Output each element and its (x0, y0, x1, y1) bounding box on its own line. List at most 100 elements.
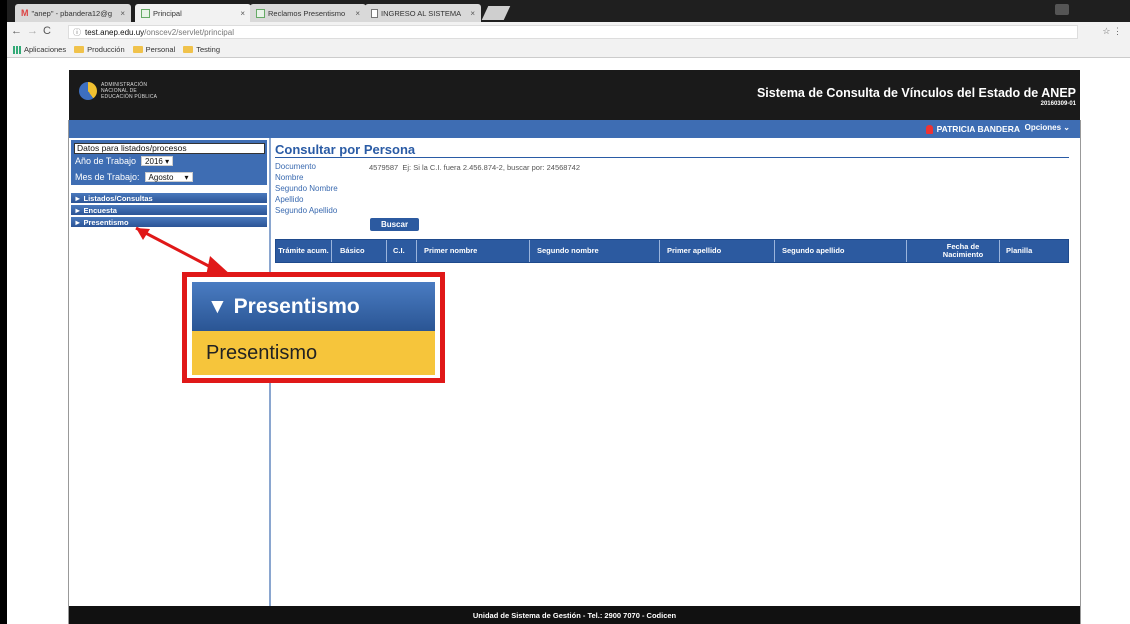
year-row: Año de Trabajo 2016 ▾ (75, 156, 174, 166)
address-bar: ← → C ⓘ test.anep.edu.uy/onscev2/servlet… (7, 22, 1130, 42)
tab-gmail[interactable]: M "anep" - pbandera12@g × (15, 4, 131, 22)
menu-label: Listados/Consultas (83, 194, 153, 203)
forward-icon[interactable]: → (27, 25, 38, 37)
col-fecha-nacimiento[interactable]: Fecha de Nacimiento (907, 240, 1000, 262)
tab-label: Reclamos Presentismo (268, 8, 346, 18)
menu-encuesta[interactable]: ► Encuesta (71, 205, 267, 216)
options-label: Opciones (1024, 123, 1062, 132)
document-value: 4579587 (369, 163, 399, 172)
reload-icon[interactable]: C (43, 25, 51, 37)
field-nombre: Nombre (275, 173, 304, 182)
results-table-header: Trámite acum. Básico C.I. Primer nombre … (275, 239, 1069, 263)
bookmark-label: Testing (196, 45, 221, 54)
col-segundo-apellido[interactable]: Segundo apellido (775, 240, 907, 262)
col-planilla[interactable]: Planilla (1000, 240, 1068, 262)
user-name: PATRICIA BANDERA (925, 124, 1020, 134)
tab-reclamos[interactable]: Reclamos Presentismo × (250, 4, 366, 22)
document-icon (371, 8, 378, 18)
field-apellido: Apellido (275, 195, 304, 204)
col-basico[interactable]: Básico (332, 240, 387, 262)
month-label: Mes de Trabajo: (75, 172, 140, 182)
field-segundo-apellido: Segundo Apellido (275, 206, 338, 215)
zoom-callout: ▼ Presentismo Presentismo (182, 272, 445, 383)
apps-icon (13, 45, 21, 54)
chevron-down-icon: ⌄ (1063, 123, 1070, 132)
close-icon[interactable]: × (120, 9, 125, 18)
page-icon (141, 8, 150, 18)
month-select[interactable]: Agosto ▾ (144, 172, 193, 182)
window-frame (0, 0, 7, 624)
tab-label: INGRESO AL SISTEMA (381, 8, 462, 18)
url-path: /onscev2/servlet/principal (144, 27, 234, 37)
search-button[interactable]: Buscar (370, 218, 419, 231)
user-icon (925, 124, 933, 134)
footer: Unidad de Sistema de Gestión - Tel.: 290… (69, 606, 1080, 624)
triangle-down-icon: ▼ (207, 295, 228, 318)
field-segundo-nombre: Segundo Nombre (275, 184, 338, 193)
bookmark-produccion[interactable]: Producción (74, 45, 125, 54)
bookmark-star-icon[interactable]: ☆ ⋮ (1102, 26, 1122, 37)
col-primer-apellido[interactable]: Primer apellido (660, 240, 775, 262)
page-border (1080, 120, 1081, 624)
folder-icon (132, 46, 143, 53)
close-icon[interactable]: × (355, 9, 360, 18)
folder-icon (74, 46, 85, 53)
back-icon[interactable]: ← (11, 25, 22, 37)
divider (275, 157, 1069, 158)
gmail-icon: M (21, 8, 29, 18)
options-menu[interactable]: Opciones ⌄ (1025, 123, 1070, 132)
callout-menu-header: ▼ Presentismo (192, 282, 435, 331)
col-primer-nombre[interactable]: Primer nombre (417, 240, 530, 262)
tab-principal[interactable]: Principal × (135, 4, 251, 22)
bookmark-apps[interactable]: Aplicaciones (13, 45, 66, 54)
close-icon[interactable]: × (470, 9, 475, 18)
app-header: ADMINISTRACIÓN NACIONAL DE EDUCACIÓN PÚB… (69, 70, 1080, 120)
folder-icon (183, 46, 194, 53)
year-value: 2016 (145, 157, 163, 166)
page-border (68, 120, 69, 624)
anep-logo: ADMINISTRACIÓN NACIONAL DE EDUCACIÓN PÚB… (79, 82, 157, 100)
year-label: Año de Trabajo (75, 156, 137, 166)
col-tramite[interactable]: Trámite acum. (276, 240, 332, 262)
menu-label: Presentismo (83, 218, 129, 227)
tab-ingreso[interactable]: INGRESO AL SISTEMA × (365, 4, 481, 22)
bookmark-testing[interactable]: Testing (183, 45, 220, 54)
url-field[interactable]: ⓘ test.anep.edu.uy/onscev2/servlet/princ… (68, 25, 1078, 39)
month-row: Mes de Trabajo: Agosto ▾ (75, 172, 193, 182)
field-documento: Documento (275, 162, 316, 171)
bookmark-label: Personal (145, 45, 176, 54)
system-title: Sistema de Consulta de Vínculos del Esta… (756, 86, 1076, 100)
menu-listados[interactable]: ► Listados/Consultas (71, 193, 267, 204)
page-title: Consultar por Persona (275, 142, 416, 157)
user-bar: PATRICIA BANDERA Opciones ⌄ (69, 120, 1080, 138)
year-select[interactable]: 2016 ▾ (141, 156, 174, 166)
document-field[interactable]: 4579587 Ej: Si la C.I. fuera 2.456.874-2… (369, 163, 580, 172)
bookmarks-bar: Aplicaciones Producción Personal Testing (7, 42, 1130, 58)
user-label: PATRICIA BANDERA (936, 124, 1020, 134)
system-version: 20160309-01 (1040, 101, 1076, 107)
url-host: test.anep.edu.uy (85, 27, 145, 37)
new-tab-button[interactable] (481, 6, 511, 20)
logo-line: EDUCACIÓN PÚBLICA (101, 94, 158, 100)
anep-logo-icon (79, 82, 97, 100)
page-icon (256, 8, 265, 18)
document-hint: Ej: Si la C.I. fuera 2.456.874-2, buscar… (402, 163, 580, 172)
menu-label: Encuesta (83, 206, 117, 215)
bookmark-label: Aplicaciones (24, 45, 67, 54)
panel-title: Datos para listados/procesos (74, 143, 265, 154)
close-icon[interactable]: × (240, 9, 245, 18)
bookmark-label: Producción (87, 45, 125, 54)
menu-presentismo[interactable]: ► Presentismo (71, 217, 267, 228)
tab-bar: M "anep" - pbandera12@g × Principal × Re… (7, 0, 1130, 22)
col-segundo-nombre[interactable]: Segundo nombre (530, 240, 660, 262)
info-icon[interactable]: ⓘ (73, 27, 81, 38)
window-user-icon[interactable] (1055, 4, 1069, 15)
col-ci[interactable]: C.I. (387, 240, 417, 262)
month-value: Agosto (148, 173, 174, 182)
tab-label: Principal (153, 8, 182, 18)
callout-menu-item: Presentismo (192, 331, 435, 375)
bookmark-personal[interactable]: Personal (132, 45, 176, 54)
tab-label: "anep" - pbandera12@g (31, 8, 113, 18)
footer-text: Unidad de Sistema de Gestión - Tel.: 290… (472, 611, 677, 620)
callout-header-label: Presentismo (233, 295, 360, 318)
